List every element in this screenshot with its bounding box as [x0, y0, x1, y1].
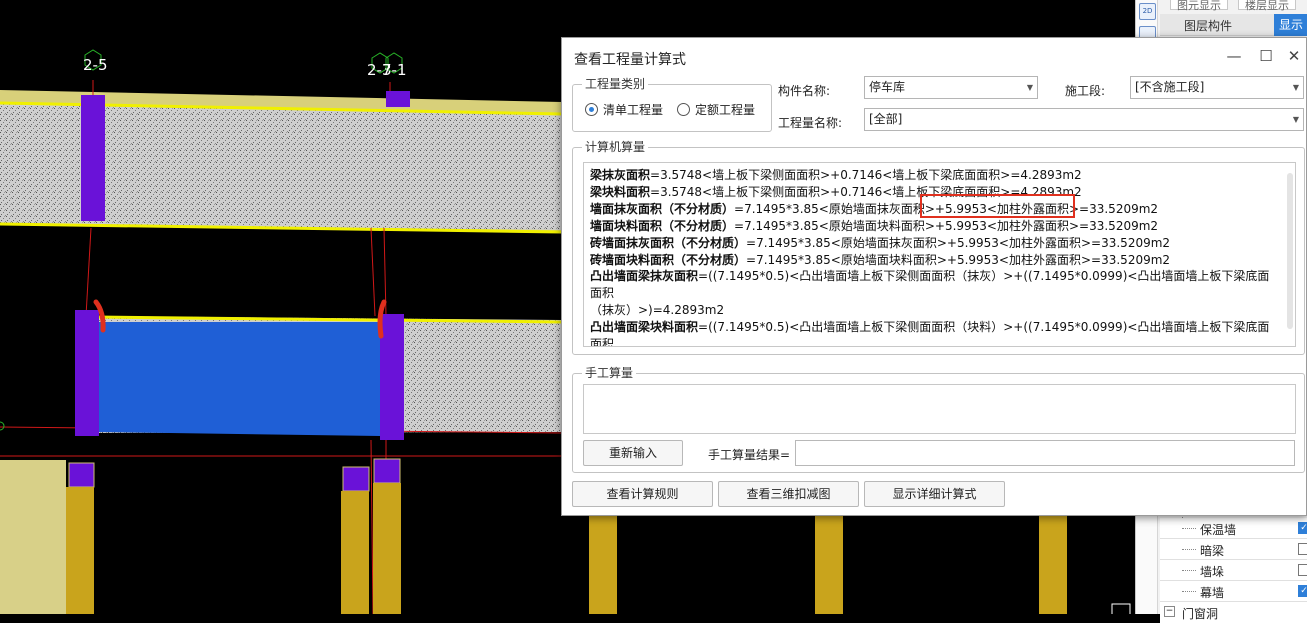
quantity-type-title: 工程量类别: [582, 77, 649, 91]
calc-item-name: 梁抹灰面积: [590, 168, 651, 182]
radio-unselected-icon: [677, 103, 690, 116]
manual-calc-group: 手工算量 重新输入 手工算量结果=: [572, 366, 1305, 473]
chevron-down-icon: ▼: [1026, 83, 1033, 92]
layer-row-door-window[interactable]: − 门窗洞: [1160, 602, 1307, 623]
radio-bill-quantity[interactable]: 清单工程量: [585, 101, 663, 118]
calc-line: 梁抹灰面积=3.5748<墙上板下梁侧面面积>+0.7146<墙上板下梁底面面积…: [590, 167, 1280, 184]
highlight-box: [920, 194, 1075, 218]
layer-table-header: 图层构件 显示: [1160, 14, 1307, 36]
calc-formula: =3.5748<墙上板下梁侧面面积>+0.7146<墙上板下梁底面面积>=4.2…: [650, 168, 1082, 182]
layer-label: 幕墙: [1200, 586, 1225, 600]
computer-calc-title: 计算机算量: [582, 140, 649, 154]
layer-label: 暗梁: [1200, 544, 1225, 558]
dialog-title: 查看工程量计算式: [574, 52, 686, 68]
header-show-button[interactable]: 显示: [1274, 14, 1307, 36]
quantity-type-group: 工程量类别 清单工程量 定额工程量: [572, 77, 772, 132]
collapse-icon[interactable]: −: [1164, 606, 1175, 617]
calc-item-name: 砖墙面块料面积（不分材质）: [590, 252, 747, 267]
chevron-down-icon: ▼: [1292, 115, 1299, 124]
tab-element-display[interactable]: 图元显示: [1170, 0, 1228, 12]
calc-formula: （抹灰）>)=4.2893m2: [590, 303, 725, 318]
vertical-scrollbar[interactable]: [1287, 173, 1293, 329]
section-label: 施工段:: [1065, 84, 1106, 98]
layer-label: 墙垛: [1200, 565, 1225, 579]
calc-formula: =7.1495*3.85<原始墙面抹灰面积>+5.9953<加柱外露面积>=33…: [746, 235, 1171, 250]
manual-calc-input[interactable]: [583, 384, 1296, 434]
calc-item-name: 梁块料面积: [590, 184, 651, 199]
layer-row-curtain-wall[interactable]: 幕墙 ✓: [1160, 581, 1307, 602]
maximize-button[interactable]: ☐: [1256, 46, 1276, 66]
layer-row-pilaster[interactable]: 墙垛: [1160, 560, 1307, 581]
layer-checkbox[interactable]: ✓: [1298, 585, 1307, 597]
layer-label: 保温墙: [1200, 523, 1237, 537]
svg-text:7-1: 7-1: [382, 61, 407, 79]
svg-text:2-5: 2-5: [83, 56, 108, 74]
radio-quota-quantity[interactable]: 定额工程量: [677, 101, 755, 118]
axis-label-2-5: 2-5: [83, 49, 108, 74]
component-name-select[interactable]: 停车库 ▼: [864, 76, 1038, 99]
manual-result-label: 手工算量结果=: [708, 448, 791, 462]
section-value: [不含施工段]: [1135, 80, 1205, 94]
layer-row-insulation-wall[interactable]: 保温墙 ✓: [1160, 518, 1307, 539]
component-name-value: 停车库: [869, 80, 906, 94]
layer-checkbox[interactable]: ✓: [1298, 522, 1307, 534]
calc-item-name: 凸出墙面梁块料面积: [590, 320, 699, 335]
calc-item-name: 凸出墙面梁抹灰面积: [590, 269, 699, 284]
quantity-name-label: 工程量名称:: [778, 116, 843, 130]
quantity-name-value: [全部]: [869, 112, 903, 126]
computer-calc-group: 计算机算量 梁抹灰面积=3.5748<墙上板下梁侧面面积>+0.7146<墙上板…: [572, 140, 1305, 355]
calc-item-name: 墙面抹灰面积（不分材质）: [590, 201, 735, 216]
manual-calc-title: 手工算量: [582, 366, 637, 380]
chevron-down-icon: ▼: [1292, 83, 1299, 92]
calc-line: 砖墙面块料面积（不分材质）=7.1495*3.85<原始墙面块料面积>+5.99…: [590, 252, 1280, 269]
component-name-label: 构件名称:: [778, 84, 831, 98]
computer-calc-textarea[interactable]: 梁抹灰面积=3.5748<墙上板下梁侧面面积>+0.7146<墙上板下梁底面面积…: [583, 162, 1296, 347]
calc-line: 墙面块料面积（不分材质）=7.1495*3.85<原始墙面块料面积>+5.995…: [590, 218, 1280, 235]
view-3d-deduction-button[interactable]: 查看三维扣减图: [718, 481, 859, 507]
reenter-button[interactable]: 重新输入: [583, 440, 683, 466]
quantity-name-select[interactable]: [全部] ▼: [864, 108, 1304, 131]
minimize-button[interactable]: —: [1224, 46, 1244, 66]
section-select[interactable]: [不含施工段] ▼: [1130, 76, 1304, 99]
left-axis-marker: [0, 421, 5, 431]
bottom-axis-marker: [1111, 603, 1131, 614]
header-layer-component: 图层构件: [1184, 19, 1233, 33]
radio-label: 清单工程量: [603, 103, 664, 117]
manual-result-field[interactable]: [795, 440, 1295, 466]
show-detailed-formula-button[interactable]: 显示详细计算式: [864, 481, 1005, 507]
radio-label: 定额工程量: [695, 103, 756, 117]
calc-formula: =7.1495*3.85<原始墙面块料面积>+5.9953<加柱外露面积>=33…: [734, 218, 1159, 233]
view-2d-icon[interactable]: 2D: [1139, 3, 1156, 20]
calc-formula: =7.1495*3.85<原始墙面块料面积>+5.9953<加柱外露面积>=33…: [746, 252, 1171, 267]
calc-line: 砖墙面抹灰面积（不分材质）=7.1495*3.85<原始墙面抹灰面积>+5.99…: [590, 235, 1280, 252]
radio-selected-icon: [585, 103, 598, 116]
view-calc-rules-button[interactable]: 查看计算规则: [572, 481, 713, 507]
view-quantity-formula-dialog: 查看工程量计算式 — ☐ ✕ 工程量类别 清单工程量 定额工程量 构件名称: 停…: [561, 37, 1307, 516]
layer-checkbox[interactable]: [1298, 564, 1307, 576]
calc-item-name: 墙面块料面积（不分材质）: [590, 218, 735, 233]
calc-line: 凸出墙面梁块料面积=((7.1495*0.5)<凸出墙面墙上板下梁侧面面积（块料…: [590, 319, 1280, 346]
layer-row-hidden-beam[interactable]: 暗梁: [1160, 539, 1307, 560]
close-button[interactable]: ✕: [1284, 46, 1304, 66]
calc-line: （抹灰）>)=4.2893m2: [590, 302, 1280, 319]
tab-floor-display[interactable]: 楼层显示: [1238, 0, 1296, 12]
layer-checkbox[interactable]: [1298, 543, 1307, 555]
calc-line: 凸出墙面梁抹灰面积=((7.1495*0.5)<凸出墙面墙上板下梁侧面面积（抹灰…: [590, 268, 1280, 302]
calc-item-name: 砖墙面抹灰面积（不分材质）: [590, 235, 747, 250]
